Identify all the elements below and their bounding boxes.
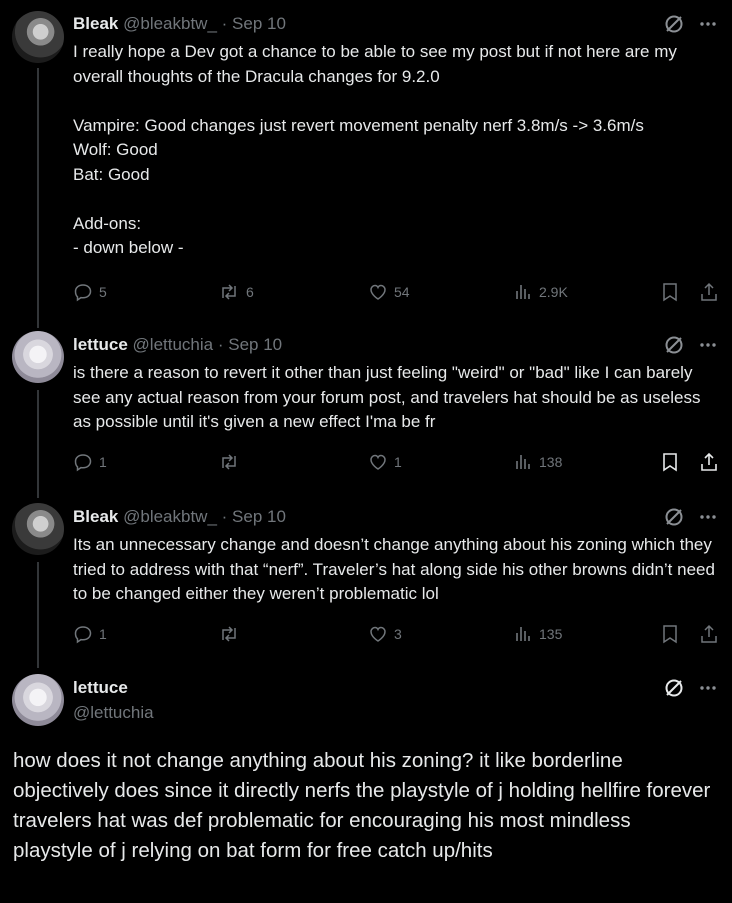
post-text: I really hope a Dev got a chance to be a… — [73, 42, 677, 257]
bookmark-icon — [663, 283, 677, 302]
repost-count: 6 — [246, 284, 254, 300]
post-header: Bleak @bleakbtw_ · Sep 10 — [73, 506, 286, 528]
like-button[interactable]: 1 — [368, 452, 402, 472]
repost-icon — [222, 284, 236, 300]
more-icon[interactable] — [698, 507, 718, 527]
views-button[interactable]: 138 — [513, 452, 562, 472]
user-handle[interactable]: @lettuchia — [73, 703, 154, 723]
views-count: 135 — [539, 626, 563, 642]
share-icon — [701, 452, 717, 471]
post-text: is there a reason to revert it other tha… — [73, 363, 706, 431]
post-actions: 1 3 135 — [73, 624, 723, 648]
views-button[interactable]: 2.9K — [513, 282, 568, 302]
avatar[interactable] — [12, 503, 64, 555]
user-handle[interactable]: @bleakbtw_ — [123, 507, 217, 526]
user-handle[interactable]: @bleakbtw_ — [123, 14, 217, 33]
views-icon — [516, 285, 530, 299]
more-icon[interactable] — [698, 14, 718, 34]
avatar[interactable] — [12, 674, 64, 726]
bookmark-icon — [663, 453, 677, 472]
reply-count: 1 — [99, 454, 107, 470]
reply-icon — [74, 626, 92, 644]
display-name[interactable]: Bleak — [73, 507, 118, 526]
like-count: 3 — [394, 626, 402, 642]
post-date[interactable]: · Sep 10 — [222, 507, 286, 526]
display-name[interactable]: lettuce — [73, 678, 128, 697]
grok-icon[interactable] — [664, 335, 684, 355]
like-count: 54 — [394, 284, 410, 300]
reply-count: 1 — [99, 626, 107, 642]
bookmark-icon — [663, 625, 677, 644]
post-text: how does it not change anything about hi… — [13, 749, 711, 862]
repost-button[interactable]: 6 — [218, 282, 254, 302]
bookmark-button[interactable] — [661, 452, 679, 472]
post-date[interactable]: · Sep 10 — [218, 335, 282, 354]
repost-icon — [222, 626, 236, 642]
post-text: Its an unnecessary change and doesn’t ch… — [73, 535, 720, 603]
share-icon — [701, 624, 717, 643]
heart-icon — [370, 626, 386, 642]
display-name[interactable]: Bleak — [73, 14, 118, 33]
repost-icon — [222, 454, 236, 470]
heart-icon — [370, 284, 386, 300]
bookmark-button[interactable] — [661, 624, 679, 644]
reply-button[interactable]: 5 — [73, 282, 107, 302]
more-icon[interactable] — [698, 678, 718, 698]
like-button[interactable]: 3 — [368, 624, 402, 644]
user-handle[interactable]: @lettuchia — [133, 335, 214, 354]
share-button[interactable] — [699, 624, 719, 644]
share-icon — [701, 282, 717, 301]
post-actions: 1 1 138 — [73, 452, 723, 476]
views-icon — [516, 627, 530, 641]
grok-icon[interactable] — [664, 14, 684, 34]
main-post[interactable]: lettuce @lettuchia how does it not chang… — [0, 662, 732, 903]
grok-icon[interactable] — [664, 678, 684, 698]
post[interactable]: Bleak @bleakbtw_ · Sep 10 Its an unneces… — [0, 492, 732, 662]
post-header: lettuce @lettuchia · Sep 10 — [73, 334, 282, 356]
views-count: 138 — [539, 454, 563, 470]
like-count: 1 — [394, 454, 402, 470]
views-button[interactable]: 135 — [513, 624, 562, 644]
share-button[interactable] — [699, 282, 719, 302]
post-header: Bleak @bleakbtw_ · Sep 10 — [73, 13, 286, 35]
views-count: 2.9K — [539, 284, 568, 300]
post-date[interactable]: · Sep 10 — [222, 14, 286, 33]
post-actions: 5 6 54 2.9K — [73, 282, 723, 306]
like-button[interactable]: 54 — [368, 282, 410, 302]
reply-button[interactable]: 1 — [73, 452, 107, 472]
post[interactable]: Bleak @bleakbtw_ · Sep 10 I really hope … — [0, 0, 732, 320]
repost-button[interactable] — [218, 624, 246, 644]
post[interactable]: lettuce @lettuchia · Sep 10 is there a r… — [0, 320, 732, 490]
reply-icon — [74, 454, 92, 472]
more-icon[interactable] — [698, 335, 718, 355]
heart-icon — [370, 454, 386, 470]
grok-icon[interactable] — [664, 507, 684, 527]
reply-icon — [74, 284, 92, 302]
bookmark-button[interactable] — [661, 282, 679, 302]
share-button[interactable] — [699, 452, 719, 472]
avatar[interactable] — [12, 331, 64, 383]
views-icon — [516, 455, 530, 469]
avatar[interactable] — [12, 11, 64, 63]
reply-button[interactable]: 1 — [73, 624, 107, 644]
repost-button[interactable] — [218, 452, 246, 472]
post-header: lettuce — [73, 677, 128, 699]
reply-count: 5 — [99, 284, 107, 300]
display-name[interactable]: lettuce — [73, 335, 128, 354]
